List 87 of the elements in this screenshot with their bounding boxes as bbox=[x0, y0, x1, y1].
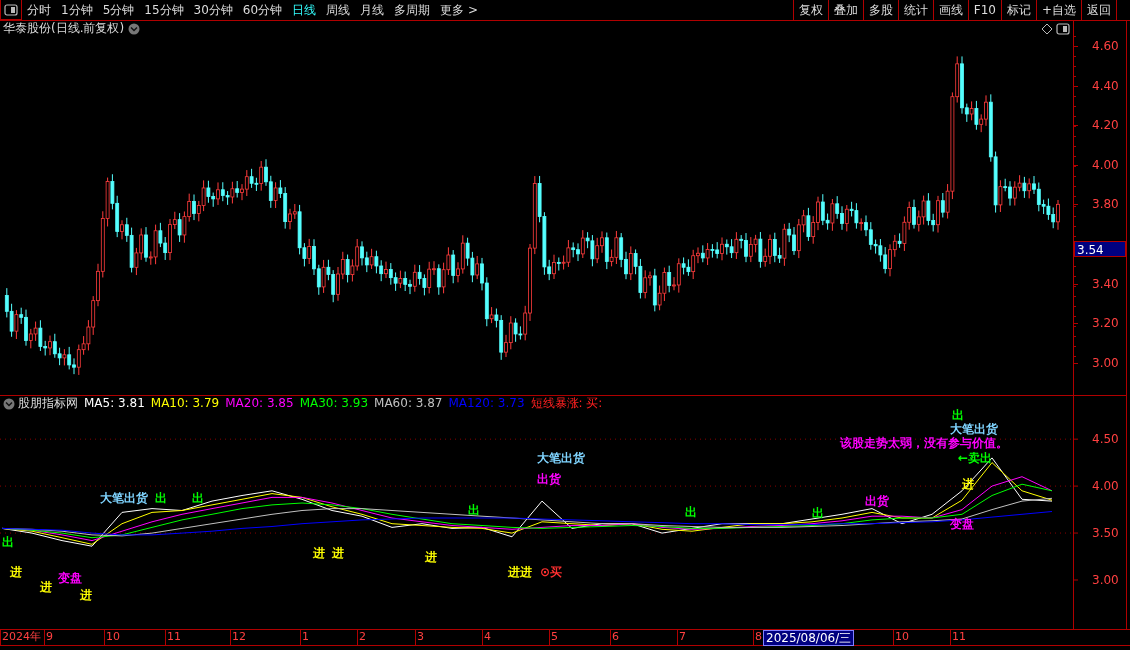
layout-toggle-button[interactable] bbox=[0, 0, 22, 20]
toolbar-button[interactable]: +自选 bbox=[1035, 0, 1081, 20]
signal-annotation: 该股走势太弱，没有参与价值。 bbox=[840, 437, 1008, 449]
diamond-icon[interactable] bbox=[1041, 23, 1053, 35]
date-axis-label: 10 bbox=[895, 631, 909, 642]
period-tab[interactable]: 周线 bbox=[321, 0, 356, 20]
date-axis-label: 11 bbox=[167, 631, 181, 642]
date-axis-label: 4 bbox=[484, 631, 491, 642]
date-axis-label: 11 bbox=[952, 631, 966, 642]
signal-annotation: 大笔出货 bbox=[950, 423, 998, 435]
collapse-chevron-icon[interactable] bbox=[3, 398, 15, 410]
signal-annotation: 出 bbox=[192, 492, 204, 504]
dropdown-chevron-icon[interactable] bbox=[128, 23, 140, 35]
toolbar-button[interactable]: F10 bbox=[967, 0, 1001, 20]
signal-annotation: 出 bbox=[2, 536, 14, 548]
date-axis-label: 8 bbox=[755, 631, 762, 642]
indicator-axis-label: 3.00 bbox=[1092, 573, 1119, 587]
moving-average-value: MA20: 3.85 bbox=[225, 397, 294, 409]
signal-annotation: 进 bbox=[425, 551, 437, 563]
date-axis-label: 2024年 bbox=[2, 631, 41, 642]
indicator-axis-label: 4.00 bbox=[1092, 479, 1119, 494]
signal-annotation: 出 bbox=[468, 504, 480, 516]
price-axis-label: 4.40 bbox=[1092, 79, 1119, 92]
signal-annotation: 出 bbox=[155, 492, 167, 504]
period-tab[interactable]: 月线 bbox=[355, 0, 390, 20]
signal-label: 短线暴涨: 买: bbox=[530, 397, 603, 409]
signal-annotation: 进进 bbox=[508, 566, 532, 578]
signal-annotation: 进 bbox=[40, 581, 52, 593]
cursor-date-label: 2025/08/06/三 bbox=[763, 630, 855, 646]
moving-average-value: MA30: 3.93 bbox=[299, 397, 369, 409]
signal-annotation: 出 bbox=[685, 506, 697, 518]
date-axis-label: 3 bbox=[417, 631, 424, 642]
date-axis-label: 10 bbox=[106, 631, 120, 642]
signal-annotation: 变盘 bbox=[58, 572, 82, 584]
toolbar-button[interactable]: 标记 bbox=[1000, 0, 1036, 20]
signal-annotation: 出 bbox=[812, 507, 824, 519]
price-axis-label: 4.00 bbox=[1092, 158, 1119, 171]
signal-annotation: 进 bbox=[80, 589, 92, 601]
indicator-name: 股朋指标网 bbox=[18, 397, 78, 409]
signal-annotation: 大笔出货 bbox=[100, 492, 148, 504]
price-axis-label: 4.20 bbox=[1092, 119, 1119, 132]
indicator-axis-label: 3.50 bbox=[1092, 526, 1119, 541]
moving-average-value: MA5: 3.81 bbox=[84, 397, 145, 409]
period-tab[interactable]: 更多 > bbox=[435, 0, 483, 20]
date-axis-label: 2 bbox=[359, 631, 366, 642]
moving-average-value: MA120: 3.73 bbox=[448, 397, 525, 409]
signal-annotation: 变盘 bbox=[950, 518, 974, 530]
toolbar-button[interactable]: 返回 bbox=[1081, 0, 1116, 20]
signal-annotation: 出 bbox=[952, 409, 964, 421]
signal-annotation: 出货 bbox=[865, 495, 889, 507]
signal-annotation: 进 bbox=[332, 547, 344, 559]
toolbar-button[interactable]: 画线 bbox=[932, 0, 968, 20]
signal-annotation: ⊙买 bbox=[540, 566, 563, 578]
chart-title: 华泰股份(日线.前复权) bbox=[3, 22, 125, 34]
moving-average-value: MA60: 3.87 bbox=[374, 397, 443, 409]
moving-average-value: MA10: 3.79 bbox=[150, 397, 220, 409]
price-axis-label: 3.00 bbox=[1092, 356, 1119, 369]
signal-annotation: 大笔出货 bbox=[537, 452, 585, 464]
indicator-axis-label: 4.50 bbox=[1092, 432, 1119, 447]
price-axis-label: 3.40 bbox=[1092, 277, 1119, 290]
date-axis-label: 6 bbox=[612, 631, 619, 642]
date-axis-label: 7 bbox=[679, 631, 686, 642]
date-axis-label: 9 bbox=[46, 631, 53, 642]
price-axis-label: 4.60 bbox=[1092, 40, 1119, 52]
period-tab[interactable]: 60分钟 bbox=[237, 0, 288, 20]
period-tab[interactable]: 15分钟 bbox=[139, 0, 189, 20]
period-tab[interactable]: 分时 bbox=[22, 0, 56, 20]
toolbar-button[interactable]: 叠加 bbox=[827, 0, 863, 20]
layout-toggle-icon[interactable] bbox=[1056, 23, 1070, 35]
price-axis-label: 3.80 bbox=[1092, 198, 1119, 211]
date-axis-label: 5 bbox=[551, 631, 558, 642]
period-tab[interactable]: 30分钟 bbox=[188, 0, 238, 20]
period-tab[interactable]: 多周期 bbox=[389, 0, 436, 20]
signal-annotation: 出货 bbox=[537, 473, 561, 485]
price-axis-label: 3.20 bbox=[1092, 317, 1119, 330]
period-tab[interactable]: 5分钟 bbox=[97, 0, 140, 20]
toolbar-button[interactable]: 统计 bbox=[897, 0, 933, 20]
signal-annotation: ←卖出 bbox=[958, 452, 993, 464]
signal-annotation: 进 bbox=[313, 547, 325, 559]
date-axis-label: 12 bbox=[232, 631, 246, 642]
date-axis-label: 1 bbox=[302, 631, 309, 642]
toolbar-button[interactable]: 多股 bbox=[862, 0, 898, 20]
signal-annotation: 进 bbox=[10, 566, 22, 578]
period-tab[interactable]: 日线 bbox=[287, 0, 322, 20]
toolbar-button[interactable]: 复权 bbox=[792, 0, 828, 20]
current-price-label: 3.54 bbox=[1074, 241, 1126, 257]
period-tab[interactable]: 1分钟 bbox=[56, 0, 98, 20]
